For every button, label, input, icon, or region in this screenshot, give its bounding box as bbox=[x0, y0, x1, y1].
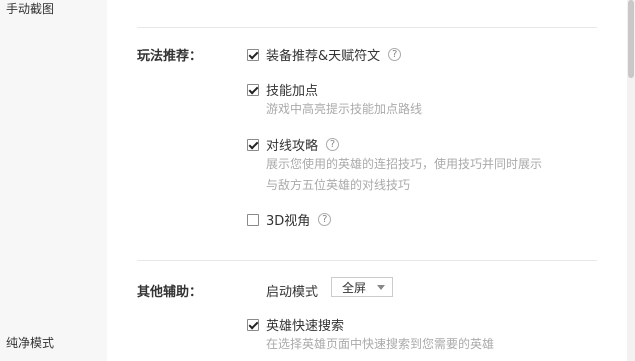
option-equipment-recommend[interactable]: 装备推荐&天赋符文 ? bbox=[247, 45, 402, 64]
sidebar-item-pure-mode[interactable]: 纯净模式 bbox=[6, 334, 54, 351]
sidebar: 手动截图 纯净模式 bbox=[0, 0, 107, 361]
option-label: 英雄快速搜索 bbox=[266, 319, 345, 334]
option-skill-points[interactable]: 技能加点 bbox=[247, 80, 318, 99]
scrollbar[interactable] bbox=[627, 0, 635, 361]
option-desc: 在选择英雄页面中快速搜索到您需要的英雄 bbox=[266, 337, 495, 351]
sidebar-item-manual-screenshot[interactable]: 手动截图 bbox=[6, 0, 54, 17]
launch-mode-value: 全屏 bbox=[342, 280, 367, 295]
divider-middle bbox=[137, 260, 597, 261]
divider-top bbox=[137, 27, 597, 28]
option-label: 对线攻略 bbox=[266, 139, 319, 154]
chevron-down-icon bbox=[377, 285, 385, 290]
option-lane-guide[interactable]: 对线攻略 ? bbox=[247, 135, 340, 154]
help-icon[interactable]: ? bbox=[326, 138, 340, 151]
launch-mode-label: 启动模式 bbox=[266, 285, 319, 300]
option-label: 3D视角 bbox=[266, 214, 311, 229]
checkbox-skill-points[interactable] bbox=[247, 83, 259, 96]
option-label: 技能加点 bbox=[266, 84, 319, 99]
option-3d-view[interactable]: 3D视角 ? bbox=[247, 210, 332, 229]
launch-mode-select[interactable]: 全屏 bbox=[331, 277, 393, 297]
section-label-gameplay: 玩法推荐： bbox=[137, 49, 203, 64]
option-desc: 与敌方五位英雄的对线技巧 bbox=[266, 178, 411, 192]
help-icon[interactable]: ? bbox=[318, 213, 332, 226]
help-icon[interactable]: ? bbox=[388, 48, 402, 61]
checkbox-3d-view[interactable] bbox=[247, 213, 259, 226]
option-desc: 展示您使用的英雄的连招技巧，使用技巧并同时展示 bbox=[266, 157, 543, 171]
checkbox-lane-guide[interactable] bbox=[247, 138, 259, 151]
checkbox-hero-search[interactable] bbox=[247, 318, 259, 331]
option-label: 装备推荐&天赋符文 bbox=[266, 49, 381, 64]
scrollbar-thumb[interactable] bbox=[628, 0, 634, 78]
option-desc: 游戏中高亮提示技能加点路线 bbox=[266, 102, 423, 116]
option-hero-search[interactable]: 英雄快速搜索 bbox=[247, 315, 344, 334]
checkbox-equipment-recommend[interactable] bbox=[247, 48, 259, 61]
section-label-other: 其他辅助： bbox=[137, 285, 203, 300]
